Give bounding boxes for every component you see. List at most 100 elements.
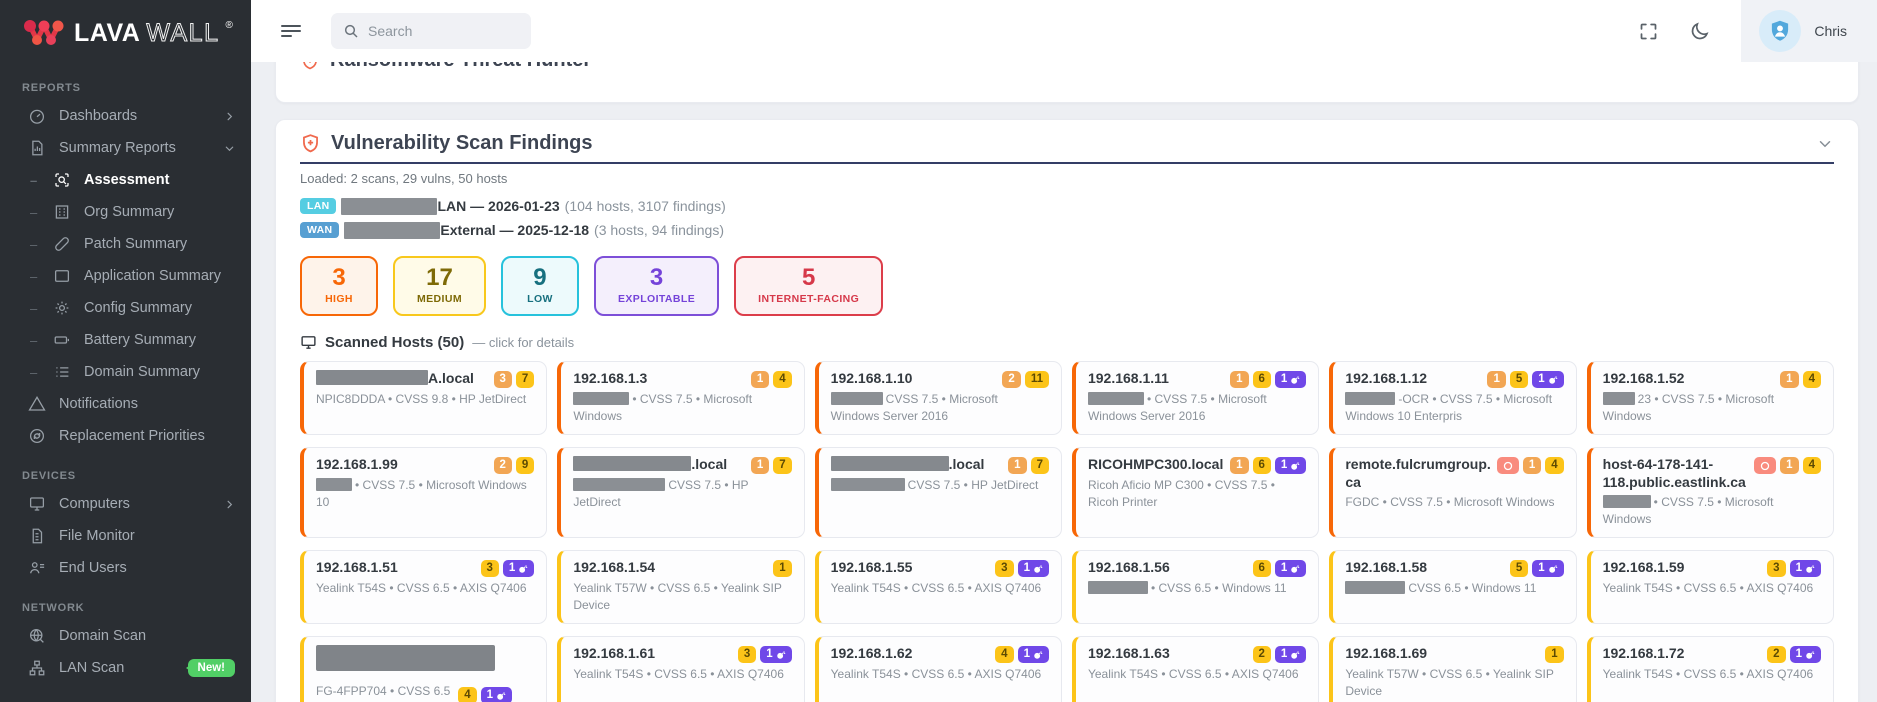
stat-value: 17 bbox=[426, 264, 453, 291]
host-title: 192.168.1.54 bbox=[573, 559, 656, 576]
host-card-local[interactable]: .local 1 7 CVSS 7.5 • HP JetDirect bbox=[814, 447, 1062, 539]
username: Chris bbox=[1814, 23, 1847, 39]
host-card-192-168-1-10[interactable]: 192.168.1.10 2 11 CVSS 7.5 • Microsoft Wind… bbox=[814, 361, 1062, 436]
medium-count-badge: 4 bbox=[995, 646, 1014, 664]
host-details: CVSS 7.5 • HP JetDirect bbox=[830, 477, 1049, 494]
stat-high[interactable]: 3 HIGH bbox=[300, 256, 378, 316]
collapse-chevron-down-icon[interactable] bbox=[1816, 135, 1834, 153]
search-box[interactable] bbox=[331, 13, 531, 49]
host-card-192-168-1-11[interactable]: 192.168.1.11 1 6 1 • CVSS 7.5 • Microsoft Wi… bbox=[1071, 361, 1320, 436]
host-card-a-local[interactable]: A.local 3 7 NPIC8DDDA • CVSS 9.8 • HP JetDi… bbox=[300, 361, 548, 436]
tree-dash: – bbox=[30, 236, 38, 252]
file-icon bbox=[28, 527, 46, 545]
sidebar-item-end-users[interactable]: End Users bbox=[0, 552, 251, 584]
network-icon bbox=[28, 659, 46, 677]
medium-count-badge: 9 bbox=[515, 457, 535, 475]
medium-count-badge: 5 bbox=[1509, 371, 1529, 388]
host-details: Yealink T54S • CVSS 6.5 • AXIS Q7406 bbox=[1602, 581, 1814, 596]
sidebar-item-notifications[interactable]: Notifications bbox=[0, 388, 251, 420]
host-card-host-64-178-141-118-public-eastlink-ca[interactable]: host-64-178-141-118.public.eastlink.ca 1 4… bbox=[1586, 447, 1834, 539]
medium-count-badge: 6 bbox=[1252, 457, 1271, 475]
host-details: CVSS 7.5 • Microsoft Windows Server 2016 bbox=[830, 392, 998, 423]
exploitable-badge: 1 bbox=[760, 646, 792, 664]
menu-toggle-icon[interactable] bbox=[279, 19, 303, 43]
sidebar-item-label: Config Summary bbox=[84, 300, 192, 316]
host-card-192-168-1-3[interactable]: 192.168.1.3 1 4 • CVSS 7.5 • Microsoft Wind… bbox=[557, 361, 805, 436]
stat-internet-facing[interactable]: 5 INTERNET-FACING bbox=[734, 256, 884, 316]
stat-medium[interactable]: 17 MEDIUM bbox=[393, 256, 486, 316]
host-card-192-168-1-55[interactable]: 192.168.1.55 3 1 Yealink T54S • CVSS 6.5 • … bbox=[814, 550, 1062, 625]
medium-count-badge: 3 bbox=[480, 560, 499, 578]
scanned-hosts-title: Scanned Hosts (50) bbox=[325, 334, 465, 351]
medium-count-badge: 11 bbox=[1024, 371, 1049, 388]
host-card[interactable]: FG-4FPP704 • CVSS 6.5 4 1 bbox=[300, 636, 548, 702]
medium-count-badge: 3 bbox=[1767, 560, 1786, 578]
sidebar-item-application-summary[interactable]: – Application Summary bbox=[0, 260, 251, 292]
host-card-192-168-1-52[interactable]: 192.168.1.52 1 4 23 • CVSS 7.5 • Microsoft … bbox=[1586, 361, 1834, 436]
medium-count-badge: 2 bbox=[1252, 646, 1271, 664]
sidebar-item-domain-summary[interactable]: – Domain Summary bbox=[0, 356, 251, 388]
sidebar-item-summary-reports[interactable]: Summary Reports bbox=[0, 132, 251, 164]
sidebar-item-org-summary[interactable]: – Org Summary bbox=[0, 196, 251, 228]
sidebar-item-domain-scan[interactable]: Domain Scan bbox=[0, 620, 251, 652]
medium-count-badge: 7 bbox=[1030, 457, 1049, 475]
medium-count-badge: 2 bbox=[1767, 646, 1786, 664]
stat-low[interactable]: 9 LOW bbox=[500, 256, 579, 316]
scan-entry-wan[interactable]: WAN External — 2025-12-18 (3 hosts, 94 fin… bbox=[300, 218, 1834, 242]
host-card-192-168-1-59[interactable]: 192.168.1.59 3 1 Yealink T54S • CVSS 6.5 • … bbox=[1586, 550, 1834, 625]
sidebar-item-patch-summary[interactable]: – Patch Summary bbox=[0, 228, 251, 260]
host-card-ricohmpc300-local[interactable]: RICOHMPC300.local 1 6 1 Ricoh Aficio MP C300… bbox=[1071, 447, 1320, 539]
dark-mode-moon-icon[interactable] bbox=[1674, 21, 1725, 42]
host-card-remote-fulcrumgroup-ca[interactable]: remote.fulcrumgroup.ca 1 4 FGDC • CVSS 7.5 … bbox=[1329, 447, 1577, 539]
redacted-text bbox=[573, 456, 692, 472]
host-card-192-168-1-69[interactable]: 192.168.1.69 1 Yealink T57W • CVSS 6.5 • Y… bbox=[1329, 636, 1577, 702]
stat-exploitable[interactable]: 3 EXPLOITABLE bbox=[593, 256, 720, 316]
exploitable-badge: 1 bbox=[1274, 457, 1307, 475]
host-card-192-168-1-12[interactable]: 192.168.1.12 1 5 1 -OCR • CVSS 7.5 • Microso… bbox=[1329, 361, 1577, 436]
sidebar-item-computers[interactable]: Computers bbox=[0, 488, 251, 520]
logo-text-bold: LAVA bbox=[74, 18, 141, 47]
stat-value: 3 bbox=[649, 264, 664, 291]
app-logo[interactable]: LAVA WALL ® bbox=[0, 0, 251, 64]
host-card-192-168-1-54[interactable]: 192.168.1.54 1 Yealink T57W • CVSS 6.5 • Y… bbox=[557, 550, 805, 625]
host-card-192-168-1-51[interactable]: 192.168.1.51 3 1 Yealink T54S • CVSS 6.5 • … bbox=[300, 550, 548, 625]
host-details: CVSS 6.5 • Windows 11 bbox=[1345, 580, 1563, 597]
host-card-192-168-1-63[interactable]: 192.168.1.63 2 1 Yealink T54S • CVSS 6.5 • … bbox=[1071, 636, 1320, 702]
scan-meta: (3 hosts, 94 findings) bbox=[594, 222, 725, 238]
stat-label: EXPLOITABLE bbox=[617, 293, 696, 305]
sidebar-item-dashboards[interactable]: Dashboards bbox=[0, 100, 251, 132]
sidebar-item-label: LAN Scan bbox=[59, 660, 125, 676]
host-card-192-168-1-56[interactable]: 192.168.1.56 6 1 • CVSS 6.5 • Windows 11 bbox=[1071, 550, 1320, 625]
sidebar-item-assessment[interactable]: – Assessment bbox=[0, 164, 251, 196]
host-details: Yealink T54S • CVSS 6.5 • AXIS Q7406 bbox=[1087, 667, 1299, 682]
sidebar-item-lan-scan[interactable]: LAN Scan New! bbox=[0, 652, 251, 684]
host-card-192-168-1-72[interactable]: 192.168.1.72 2 1 Yealink T54S • CVSS 6.5 • … bbox=[1586, 636, 1834, 702]
host-title: 192.168.1.62 bbox=[830, 645, 913, 662]
section-label-network: NETWORK bbox=[22, 602, 85, 614]
host-title: 192.168.1.63 bbox=[1087, 645, 1170, 662]
vulnerability-scan-findings-card: Vulnerability Scan Findings Loaded: 2 sc… bbox=[275, 119, 1859, 702]
sidebar-item-file-monitor[interactable]: File Monitor bbox=[0, 520, 251, 552]
redacted-text bbox=[1602, 392, 1635, 405]
sidebar-nav: REPORTS Dashboards Summary Reports – Assessm… bbox=[0, 64, 251, 702]
sidebar-item-config-summary[interactable]: – Config Summary bbox=[0, 292, 251, 324]
exploitable-badge: 1 bbox=[1532, 560, 1564, 578]
tree-dash: – bbox=[30, 364, 38, 380]
exploitable-badge: 1 bbox=[502, 560, 535, 578]
exploitable-badge: 1 bbox=[480, 687, 513, 702]
app-window-icon bbox=[53, 267, 71, 285]
sidebar-item-battery-summary[interactable]: – Battery Summary bbox=[0, 324, 251, 356]
host-card-192-168-1-61[interactable]: 192.168.1.61 3 1 Yealink T54S • CVSS 6.5 • … bbox=[557, 636, 805, 702]
host-card-192-168-1-99[interactable]: 192.168.1.99 2 9 • CVSS 7.5 • Microsoft Win… bbox=[300, 447, 548, 539]
host-card-192-168-1-62[interactable]: 192.168.1.62 4 1 Yealink T54S • CVSS 6.5 • … bbox=[814, 636, 1062, 702]
search-input[interactable] bbox=[368, 23, 518, 39]
section-label-compliance: COMPLIANCE bbox=[0, 684, 251, 702]
vuln-shield-icon bbox=[300, 133, 321, 154]
host-card-192-168-1-58[interactable]: 192.168.1.58 5 1 CVSS 6.5 • Windows 11 bbox=[1329, 550, 1577, 625]
sidebar-item-replacement-priorities[interactable]: Replacement Priorities bbox=[0, 420, 251, 452]
user-menu[interactable]: Chris bbox=[1741, 0, 1877, 62]
fullscreen-icon[interactable] bbox=[1623, 21, 1674, 42]
high-count-badge: 1 bbox=[750, 457, 770, 475]
scan-entry-lan[interactable]: LAN LAN — 2026-01-23 (104 hosts, 3107 find… bbox=[300, 194, 1834, 218]
host-card-local[interactable]: .local 1 7 CVSS 7.5 • HP JetDirect bbox=[557, 447, 805, 539]
